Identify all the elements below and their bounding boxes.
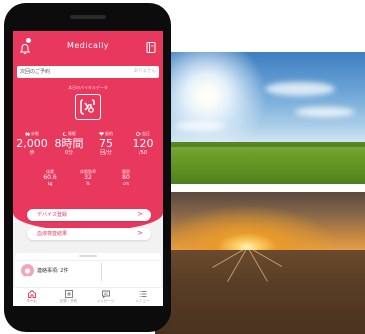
app-screen: Medically 次回のご予約 ありません 本日のバイタルデータ 歩数 2,0…: [13, 31, 163, 306]
tab-label: ホーム: [26, 299, 37, 303]
menu-icon: [124, 289, 161, 299]
device-registration-button[interactable]: デバイス登録 >: [27, 209, 151, 221]
tab-bar: ホーム 記録・予約 メッセージ メニュー: [13, 287, 163, 306]
stat-sleep: 睡眠 8時間 0分: [52, 131, 86, 157]
plus-square-icon: [50, 289, 87, 299]
home-icon: [13, 289, 50, 299]
stat-unit: cm: [122, 181, 130, 186]
stat-value: 8時間: [54, 137, 84, 150]
avatar: [21, 264, 34, 277]
stat-body-fat: 体脂肪率 32 %: [71, 169, 105, 186]
book-icon[interactable]: [145, 39, 157, 53]
stat-label: 脈拍: [105, 131, 113, 136]
stat-blood-pressure: 血圧 120 /50: [126, 131, 160, 157]
stat-value: 75: [99, 137, 113, 150]
tab-record-reserve[interactable]: 記録・予約: [50, 289, 87, 304]
divider: [15, 260, 161, 261]
stat-value: 2,000: [16, 137, 48, 150]
appointment-value: ありません: [133, 69, 156, 74]
chevron-right-icon: >: [137, 210, 143, 218]
appointment-label: 次回のご予約: [20, 69, 51, 75]
footsteps-icon: [25, 132, 30, 136]
stat-weight: 体重 60.6 kg: [33, 169, 67, 186]
blood-test-results-button[interactable]: 血液検査結果 >: [27, 228, 151, 240]
stage: Medically 次回のご予約 ありません 本日のバイタルデータ 歩数 2,0…: [0, 0, 365, 334]
stat-pulse: 脈拍 75 回/分: [89, 131, 123, 157]
stat-unit: %: [86, 181, 90, 186]
tab-label: 記録・予約: [59, 299, 78, 303]
blood-pressure-icon: [136, 132, 141, 136]
vitals-heading: 本日のバイタルデータ: [68, 85, 108, 90]
contact-count: 連絡事項: 2件: [37, 268, 69, 274]
phone-speaker: [70, 15, 106, 19]
tab-home[interactable]: ホーム: [13, 289, 50, 304]
tab-messages[interactable]: メッセージ: [87, 289, 124, 304]
tab-menu[interactable]: メニュー: [124, 289, 161, 304]
stat-unit: 歩: [29, 150, 35, 156]
stat-waist: 腹囲 80 cm: [109, 169, 143, 186]
tab-label: メッセージ: [96, 299, 115, 303]
drag-handle[interactable]: [79, 255, 97, 257]
field-edge: [155, 142, 365, 147]
stat-value: 120: [132, 137, 154, 150]
stat-value: 32: [84, 174, 92, 181]
stat-steps: 歩数 2,000 歩: [15, 131, 49, 157]
sunset-image: [155, 192, 365, 252]
cloud: [265, 82, 335, 96]
cloud: [175, 122, 225, 130]
moon-icon: [62, 132, 67, 137]
sky-image: [155, 52, 365, 144]
chevron-right-icon: >: [137, 229, 143, 237]
pill-label: デバイス登録: [37, 212, 67, 218]
tab-label: メニュー: [135, 299, 150, 303]
stat-label: 歩数: [31, 131, 39, 136]
vital-data-icon[interactable]: [75, 94, 101, 120]
app-header: Medically: [13, 31, 163, 61]
stat-label: 睡眠: [68, 131, 76, 136]
stat-unit: kg: [47, 181, 53, 186]
cloud: [295, 107, 355, 117]
stat-value: 60.6: [43, 174, 57, 181]
appointment-bar[interactable]: 次回のご予約 ありません: [17, 66, 159, 78]
chat-icon: [87, 289, 124, 299]
heart-icon: [99, 132, 104, 136]
notifications-panel[interactable]: 連絡事項: 2件: [15, 253, 161, 287]
app-title: Medically: [66, 41, 110, 50]
soil-field-image: [155, 250, 365, 334]
background-photo: [155, 52, 365, 334]
pill-label: 血液検査結果: [37, 231, 68, 237]
stat-unit: /50: [138, 150, 148, 156]
divider: [101, 263, 102, 281]
stat-unit: 0分: [64, 150, 74, 156]
phone-frame: Medically 次回のご予約 ありません 本日のバイタルデータ 歩数 2,0…: [4, 3, 171, 332]
stat-unit: 回/分: [100, 150, 112, 156]
stat-label: 血圧: [142, 131, 150, 136]
grass-field-image: [155, 142, 365, 184]
stat-value: 80: [122, 174, 130, 181]
